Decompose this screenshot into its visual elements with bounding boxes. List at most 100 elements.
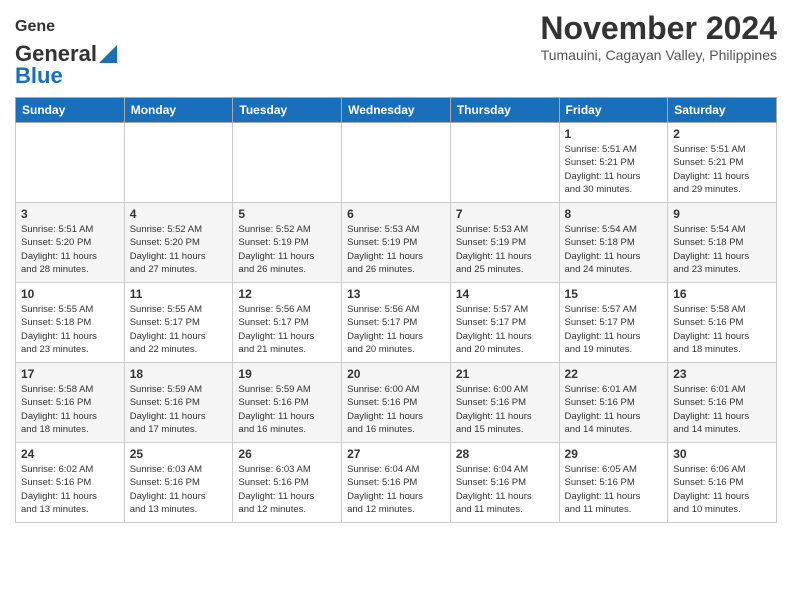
day-info: Sunrise: 5:58 AM Sunset: 5:16 PM Dayligh… bbox=[673, 303, 771, 356]
calendar-day: 19Sunrise: 5:59 AM Sunset: 5:16 PM Dayli… bbox=[233, 363, 342, 443]
calendar-day bbox=[124, 123, 233, 203]
day-info: Sunrise: 6:06 AM Sunset: 5:16 PM Dayligh… bbox=[673, 463, 771, 516]
day-number: 17 bbox=[21, 367, 119, 381]
weekday-header-sunday: Sunday bbox=[16, 98, 125, 123]
day-info: Sunrise: 5:53 AM Sunset: 5:19 PM Dayligh… bbox=[347, 223, 445, 276]
day-info: Sunrise: 6:01 AM Sunset: 5:16 PM Dayligh… bbox=[673, 383, 771, 436]
day-number: 1 bbox=[565, 127, 663, 141]
day-info: Sunrise: 6:02 AM Sunset: 5:16 PM Dayligh… bbox=[21, 463, 119, 516]
day-number: 2 bbox=[673, 127, 771, 141]
calendar-table: SundayMondayTuesdayWednesdayThursdayFrid… bbox=[15, 97, 777, 523]
day-info: Sunrise: 6:01 AM Sunset: 5:16 PM Dayligh… bbox=[565, 383, 663, 436]
day-number: 8 bbox=[565, 207, 663, 221]
day-info: Sunrise: 5:59 AM Sunset: 5:16 PM Dayligh… bbox=[130, 383, 228, 436]
day-info: Sunrise: 5:54 AM Sunset: 5:18 PM Dayligh… bbox=[565, 223, 663, 276]
day-info: Sunrise: 5:53 AM Sunset: 5:19 PM Dayligh… bbox=[456, 223, 554, 276]
day-number: 14 bbox=[456, 287, 554, 301]
calendar-day: 29 Sunrise: 6:05 AM Sunset: 5:16 PM Dayli… bbox=[559, 443, 668, 523]
calendar-week-4: 17 Sunrise: 5:58 AM Sunset: 5:16 PM Dayli… bbox=[16, 363, 777, 443]
day-info: Sunrise: 6:00 AM Sunset: 5:16 PM Dayligh… bbox=[347, 383, 445, 436]
day-info: Sunrise: 5:57 AM Sunset: 5:17 PM Dayligh… bbox=[565, 303, 663, 356]
day-number: 12 bbox=[238, 287, 336, 301]
calendar-day: 4 Sunrise: 5:52 AM Sunset: 5:20 PM Daylig… bbox=[124, 203, 233, 283]
calendar-day: 9 Sunrise: 5:54 AM Sunset: 5:18 PM Daylig… bbox=[668, 203, 777, 283]
calendar-day: 2 Sunrise: 5:51 AM Sunset: 5:21 PM Daylig… bbox=[668, 123, 777, 203]
day-number: 18 bbox=[130, 367, 228, 381]
month-title: November 2024 bbox=[540, 10, 777, 47]
day-number: 21 bbox=[456, 367, 554, 381]
day-number: 16 bbox=[673, 287, 771, 301]
weekday-header-row: SundayMondayTuesdayWednesdayThursdayFrid… bbox=[16, 98, 777, 123]
calendar-day: 15 Sunrise: 5:57 AM Sunset: 5:17 PM Dayli… bbox=[559, 283, 668, 363]
day-number: 25 bbox=[130, 447, 228, 461]
calendar-day: 21 Sunrise: 6:00 AM Sunset: 5:16 PM Dayli… bbox=[450, 363, 559, 443]
day-info: Sunrise: 6:04 AM Sunset: 5:16 PM Dayligh… bbox=[347, 463, 445, 516]
calendar-day bbox=[233, 123, 342, 203]
day-info: Sunrise: 6:05 AM Sunset: 5:16 PM Dayligh… bbox=[565, 463, 663, 516]
calendar-day: 14 Sunrise: 5:57 AM Sunset: 5:17 PM Dayli… bbox=[450, 283, 559, 363]
calendar-day: 28 Sunrise: 6:04 AM Sunset: 5:16 PM Dayli… bbox=[450, 443, 559, 523]
calendar-day: 3 Sunrise: 5:51 AM Sunset: 5:20 PM Daylig… bbox=[16, 203, 125, 283]
page-header: General General Blue November 2024 Tumau… bbox=[15, 10, 777, 89]
day-number: 4 bbox=[130, 207, 228, 221]
day-info: Sunrise: 5:54 AM Sunset: 5:18 PM Dayligh… bbox=[673, 223, 771, 276]
day-number: 13 bbox=[347, 287, 445, 301]
calendar-day: 12 Sunrise: 5:56 AM Sunset: 5:17 PM Dayli… bbox=[233, 283, 342, 363]
calendar-day: 22Sunrise: 6:01 AM Sunset: 5:16 PM Dayli… bbox=[559, 363, 668, 443]
day-number: 11 bbox=[130, 287, 228, 301]
calendar-day: 26Sunrise: 6:03 AM Sunset: 5:16 PM Dayli… bbox=[233, 443, 342, 523]
calendar-week-2: 3 Sunrise: 5:51 AM Sunset: 5:20 PM Daylig… bbox=[16, 203, 777, 283]
calendar-day: 17 Sunrise: 5:58 AM Sunset: 5:16 PM Dayli… bbox=[16, 363, 125, 443]
day-number: 28 bbox=[456, 447, 554, 461]
calendar-day: 7 Sunrise: 5:53 AM Sunset: 5:19 PM Daylig… bbox=[450, 203, 559, 283]
day-info: Sunrise: 6:04 AM Sunset: 5:16 PM Dayligh… bbox=[456, 463, 554, 516]
day-number: 3 bbox=[21, 207, 119, 221]
calendar-day bbox=[16, 123, 125, 203]
calendar-day: 8 Sunrise: 5:54 AM Sunset: 5:18 PM Daylig… bbox=[559, 203, 668, 283]
day-info: Sunrise: 5:56 AM Sunset: 5:17 PM Dayligh… bbox=[238, 303, 336, 356]
day-info: Sunrise: 6:00 AM Sunset: 5:16 PM Dayligh… bbox=[456, 383, 554, 436]
day-number: 6 bbox=[347, 207, 445, 221]
day-number: 24 bbox=[21, 447, 119, 461]
day-number: 9 bbox=[673, 207, 771, 221]
calendar-day bbox=[342, 123, 451, 203]
calendar-day: 18 Sunrise: 5:59 AM Sunset: 5:16 PM Dayli… bbox=[124, 363, 233, 443]
calendar-day: 10Sunrise: 5:55 AM Sunset: 5:18 PM Dayli… bbox=[16, 283, 125, 363]
calendar-day: 11 Sunrise: 5:55 AM Sunset: 5:17 PM Dayli… bbox=[124, 283, 233, 363]
calendar-day: 20 Sunrise: 6:00 AM Sunset: 5:16 PM Dayli… bbox=[342, 363, 451, 443]
day-info: Sunrise: 5:55 AM Sunset: 5:17 PM Dayligh… bbox=[130, 303, 228, 356]
day-number: 23 bbox=[673, 367, 771, 381]
day-info: Sunrise: 5:52 AM Sunset: 5:20 PM Dayligh… bbox=[130, 223, 228, 276]
day-number: 29 bbox=[565, 447, 663, 461]
day-number: 7 bbox=[456, 207, 554, 221]
calendar-day: 23 Sunrise: 6:01 AM Sunset: 5:16 PM Dayli… bbox=[668, 363, 777, 443]
day-info: Sunrise: 5:51 AM Sunset: 5:21 PM Dayligh… bbox=[673, 143, 771, 196]
calendar-day: 30 Sunrise: 6:06 AM Sunset: 5:16 PM Dayli… bbox=[668, 443, 777, 523]
day-info: Sunrise: 5:51 AM Sunset: 5:20 PM Dayligh… bbox=[21, 223, 119, 276]
calendar-day bbox=[450, 123, 559, 203]
logo-icon: General bbox=[15, 15, 55, 39]
location: Tumauini, Cagayan Valley, Philippines bbox=[540, 47, 777, 63]
svg-text:General: General bbox=[15, 18, 55, 35]
day-info: Sunrise: 5:57 AM Sunset: 5:17 PM Dayligh… bbox=[456, 303, 554, 356]
day-info: Sunrise: 5:56 AM Sunset: 5:17 PM Dayligh… bbox=[347, 303, 445, 356]
calendar-day: 13 Sunrise: 5:56 AM Sunset: 5:17 PM Dayli… bbox=[342, 283, 451, 363]
day-number: 15 bbox=[565, 287, 663, 301]
day-info: Sunrise: 5:55 AM Sunset: 5:18 PM Dayligh… bbox=[21, 303, 119, 356]
calendar-day: 24 Sunrise: 6:02 AM Sunset: 5:16 PM Dayli… bbox=[16, 443, 125, 523]
day-info: Sunrise: 5:58 AM Sunset: 5:16 PM Dayligh… bbox=[21, 383, 119, 436]
weekday-header-wednesday: Wednesday bbox=[342, 98, 451, 123]
day-info: Sunrise: 6:03 AM Sunset: 5:16 PM Dayligh… bbox=[130, 463, 228, 516]
day-info: Sunrise: 5:51 AM Sunset: 5:21 PM Dayligh… bbox=[565, 143, 663, 196]
day-number: 26 bbox=[238, 447, 336, 461]
calendar-week-1: 1 Sunrise: 5:51 AM Sunset: 5:21 PM Daylig… bbox=[16, 123, 777, 203]
day-number: 20 bbox=[347, 367, 445, 381]
weekday-header-saturday: Saturday bbox=[668, 98, 777, 123]
day-number: 5 bbox=[238, 207, 336, 221]
calendar-day: 6 Sunrise: 5:53 AM Sunset: 5:19 PM Daylig… bbox=[342, 203, 451, 283]
calendar-day: 27Sunrise: 6:04 AM Sunset: 5:16 PM Dayli… bbox=[342, 443, 451, 523]
day-number: 30 bbox=[673, 447, 771, 461]
weekday-header-thursday: Thursday bbox=[450, 98, 559, 123]
weekday-header-monday: Monday bbox=[124, 98, 233, 123]
day-info: Sunrise: 5:59 AM Sunset: 5:16 PM Dayligh… bbox=[238, 383, 336, 436]
